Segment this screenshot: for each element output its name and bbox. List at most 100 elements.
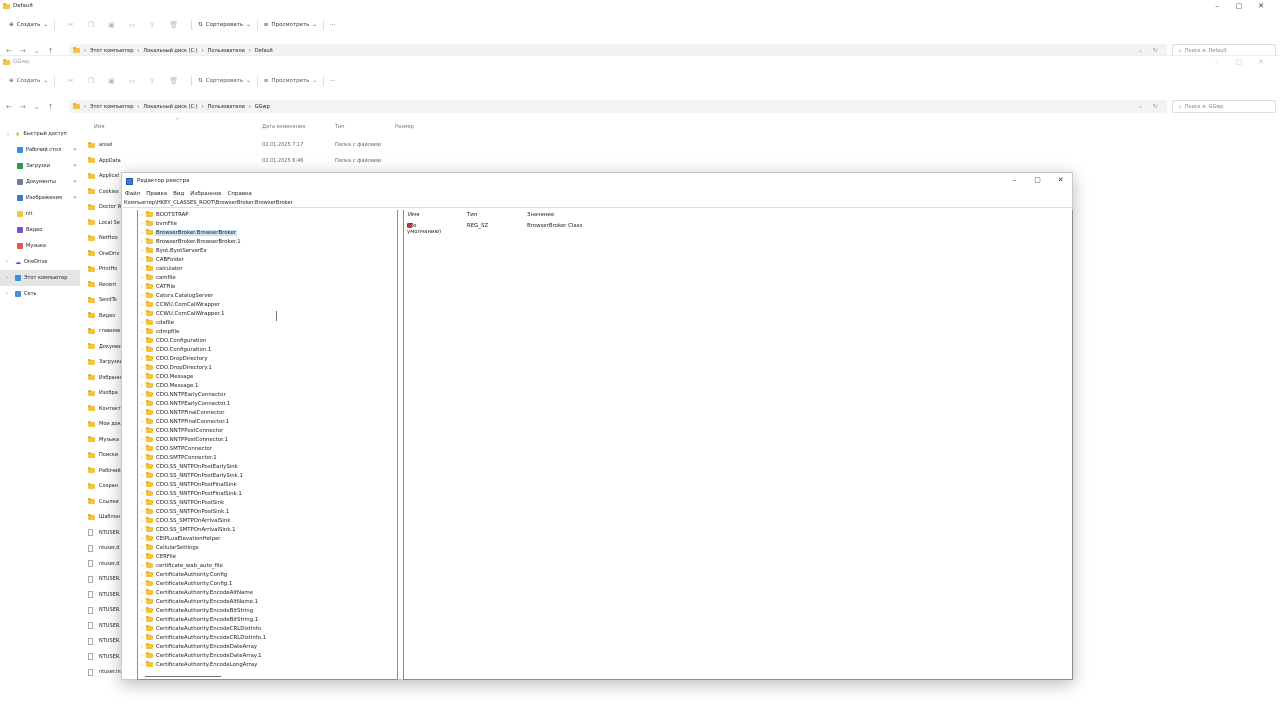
chevron-right-icon[interactable]: › bbox=[138, 653, 144, 659]
registry-key[interactable]: › BrowserBroker.BrowserBroker.1 bbox=[138, 237, 273, 246]
chevron-right-icon[interactable]: › bbox=[138, 257, 144, 263]
share-icon[interactable]: ⇪ bbox=[149, 21, 155, 29]
chevron-right-icon[interactable]: › bbox=[138, 527, 144, 533]
chevron-right-icon[interactable]: › bbox=[138, 311, 144, 317]
up-icon[interactable]: ↑ bbox=[48, 47, 54, 55]
registry-key[interactable]: › CertificateAuthority.Config bbox=[138, 570, 273, 579]
chevron-right-icon[interactable]: › bbox=[138, 401, 144, 407]
breadcrumb-item[interactable]: Этот компьютер bbox=[90, 104, 133, 110]
registry-key[interactable]: › camfile bbox=[138, 273, 273, 282]
breadcrumb-item[interactable]: Локальный диск (C:) bbox=[143, 48, 197, 54]
rename-icon[interactable]: ▭ bbox=[129, 77, 136, 85]
minimize-button[interactable]: – bbox=[1206, 57, 1228, 67]
chevron-right-icon[interactable]: › bbox=[138, 419, 144, 425]
more-button[interactable]: ··· bbox=[330, 78, 335, 84]
registry-key[interactable]: › CDO.Message.1 bbox=[138, 381, 273, 390]
copy-icon[interactable]: ❐ bbox=[88, 77, 94, 85]
chevron-right-icon[interactable]: › bbox=[138, 554, 144, 560]
column-type[interactable]: Тип bbox=[335, 124, 345, 130]
registry-key[interactable]: › CCWU.ComCallWrapper bbox=[138, 300, 273, 309]
registry-key[interactable]: › CertificateAuthority.Config.1 bbox=[138, 579, 273, 588]
registry-key[interactable]: › CDO.SS_NNTPOnPostFinalSink bbox=[138, 480, 273, 489]
registry-key[interactable]: › CDO.SS_SMTPOnArrivalSink bbox=[138, 516, 273, 525]
registry-key[interactable]: › CertificateAuthority.EncodeDateArray bbox=[138, 642, 273, 651]
chevron-right-icon[interactable]: › bbox=[138, 410, 144, 416]
chevron-right-icon[interactable]: › bbox=[138, 374, 144, 380]
nav-item[interactable]: nit bbox=[0, 206, 80, 222]
maximize-button[interactable]: ▢ bbox=[1228, 1, 1250, 11]
chevron-right-icon[interactable]: › bbox=[138, 644, 144, 650]
chevron-right-icon[interactable]: › bbox=[138, 599, 144, 605]
registry-key[interactable]: › CDO.SS_NNTPOnPostEarlySink.1 bbox=[138, 471, 273, 480]
create-button[interactable]: ⊕ Создать ⌄ bbox=[9, 78, 48, 84]
column-name[interactable]: Имя bbox=[94, 124, 105, 130]
more-button[interactable]: ··· bbox=[330, 22, 335, 28]
nav-item[interactable]: Документы ✦ bbox=[0, 174, 80, 190]
breadcrumb-item[interactable]: Пользователи bbox=[208, 48, 245, 54]
chevron-right-icon[interactable]: › bbox=[138, 392, 144, 398]
registry-key[interactable]: › certificate_wab_auto_file bbox=[138, 561, 273, 570]
menu-help[interactable]: Справка bbox=[228, 191, 252, 197]
registry-key[interactable]: › CertificateAuthority.EncodeBitString bbox=[138, 606, 273, 615]
forward-icon[interactable]: → bbox=[20, 47, 26, 55]
back-icon[interactable]: ← bbox=[6, 47, 12, 55]
chevron-right-icon[interactable]: › bbox=[138, 455, 144, 461]
chevron-right-icon[interactable]: › bbox=[138, 626, 144, 632]
rename-icon[interactable]: ▭ bbox=[129, 21, 136, 29]
chevron-right-icon[interactable]: › bbox=[138, 347, 144, 353]
breadcrumb-item[interactable]: GGwp bbox=[255, 104, 270, 110]
registry-key[interactable]: › CertificateAuthority.EncodeAltName.1 bbox=[138, 597, 273, 606]
chevron-right-icon[interactable]: › bbox=[138, 383, 144, 389]
pin-icon[interactable]: ✦ bbox=[73, 179, 77, 185]
chevron-right-icon[interactable]: › bbox=[138, 275, 144, 281]
chevron-right-icon[interactable]: › bbox=[138, 509, 144, 515]
registry-key[interactable]: › CDO.NNTPFinalConnector bbox=[138, 408, 273, 417]
chevron-right-icon[interactable]: › bbox=[138, 590, 144, 596]
registry-key[interactable]: › CERFile bbox=[138, 552, 273, 561]
file-row[interactable]: AppData 02.01.2025 6:46 Папка с файлами bbox=[88, 154, 458, 168]
nav-item[interactable]: Музыка bbox=[0, 238, 80, 254]
registry-key[interactable]: › CDO.NNTPEarlyConnector bbox=[138, 390, 273, 399]
registry-key[interactable]: › cdafile bbox=[138, 318, 273, 327]
chevron-right-icon[interactable]: › bbox=[138, 446, 144, 452]
chevron-right-icon[interactable]: › bbox=[138, 581, 144, 587]
dropdown-refresh[interactable]: ⌄ ↻ bbox=[1138, 47, 1158, 54]
sort-button[interactable]: ⇅ Сортировать ⌄ bbox=[198, 22, 251, 28]
registry-key[interactable]: › CertificateAuthority.EncodeCRLDistInfo bbox=[138, 624, 273, 633]
chevron-right-icon[interactable]: › bbox=[138, 437, 144, 443]
chevron-right-icon[interactable]: › bbox=[138, 365, 144, 371]
registry-key[interactable]: › CDO.NNTPFinalConnector.1 bbox=[138, 417, 273, 426]
chevron-right-icon[interactable]: › bbox=[138, 491, 144, 497]
pin-icon[interactable]: ✦ bbox=[73, 195, 77, 201]
nav-item[interactable]: Рабочий стол ✦ bbox=[0, 142, 80, 158]
registry-key[interactable]: › CertificateAuthority.EncodeAltName bbox=[138, 588, 273, 597]
tree-vertical-scrollbar[interactable] bbox=[276, 311, 277, 321]
registry-key[interactable]: › CDO.Configuration.1 bbox=[138, 345, 273, 354]
chevron-right-icon[interactable]: › bbox=[138, 212, 144, 218]
registry-key[interactable]: › BrowserBroker.BrowserBroker bbox=[138, 228, 273, 237]
registry-key[interactable]: › CDO.NNTPEarlyConnector.1 bbox=[138, 399, 273, 408]
chevron-right-icon[interactable]: › bbox=[138, 500, 144, 506]
registry-key[interactable]: › calculator bbox=[138, 264, 273, 273]
menu-file[interactable]: Файл bbox=[125, 191, 140, 197]
registry-key[interactable]: › CertificateAuthority.EncodeBitString.1 bbox=[138, 615, 273, 624]
sort-button[interactable]: ⇅ Сортировать ⌄ bbox=[198, 78, 251, 84]
expand-icon[interactable]: ⌄ bbox=[34, 103, 40, 111]
search-input[interactable]: ⌕ Поиск в: GGwp bbox=[1172, 100, 1276, 113]
chevron-right-icon[interactable]: › bbox=[138, 572, 144, 578]
registry-key[interactable]: › CDO.NNTPPostConnector.1 bbox=[138, 435, 273, 444]
nav-item[interactable]: Видео bbox=[0, 222, 80, 238]
column-date[interactable]: Дата изменения bbox=[262, 124, 305, 130]
paste-icon[interactable]: ▣ bbox=[108, 21, 115, 29]
chevron-right-icon[interactable]: › bbox=[138, 248, 144, 254]
chevron-right-icon[interactable]: › bbox=[138, 266, 144, 272]
registry-key[interactable]: › Byot.ByotServerEx bbox=[138, 246, 273, 255]
dropdown-refresh[interactable]: ⌄ ↻ bbox=[1138, 103, 1158, 110]
view-button[interactable]: ≡ Просмотреть ⌄ bbox=[264, 78, 317, 84]
chevron-right-icon[interactable]: › bbox=[138, 617, 144, 623]
share-icon[interactable]: ⇪ bbox=[149, 77, 155, 85]
view-button[interactable]: ≡ Просмотреть ⌄ bbox=[264, 22, 317, 28]
breadcrumb-item[interactable]: Локальный диск (C:) bbox=[143, 104, 197, 110]
registry-key[interactable]: › CCWU.ComCallWrapper.1 bbox=[138, 309, 273, 318]
tree-horizontal-scrollbar[interactable] bbox=[145, 676, 221, 677]
